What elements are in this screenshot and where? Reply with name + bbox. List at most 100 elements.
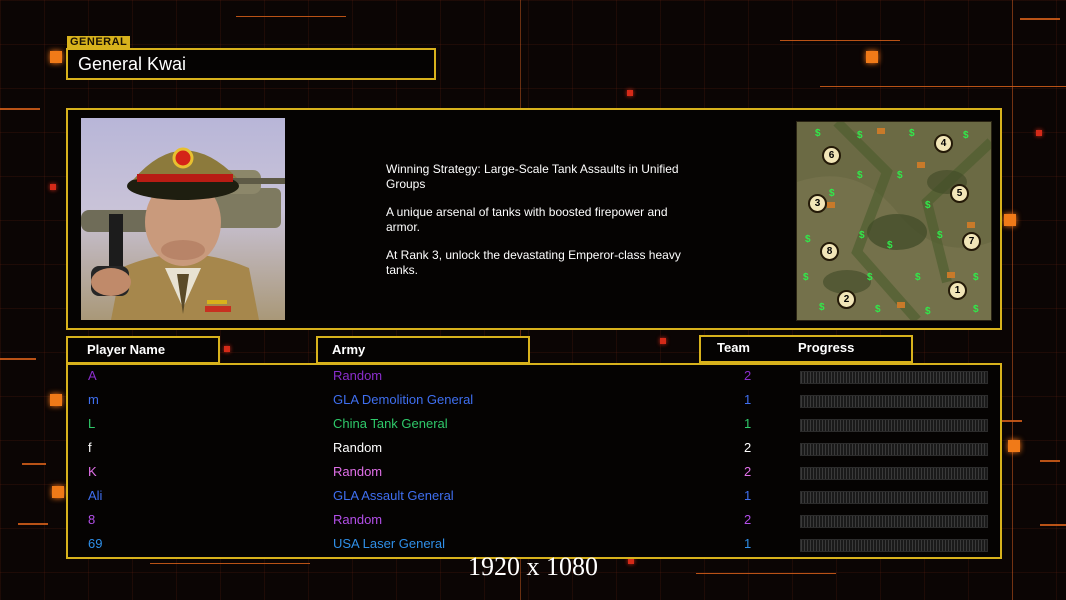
- player-name: K: [88, 464, 97, 479]
- decor-square: [1004, 214, 1016, 226]
- player-progress-bar: [800, 515, 988, 528]
- player-team: 1: [744, 488, 752, 503]
- supply-icon: $: [897, 170, 903, 181]
- supply-icon: $: [937, 230, 943, 241]
- start-position-marker[interactable]: 7: [962, 232, 981, 251]
- decor-square: [50, 184, 56, 190]
- player-name: f: [88, 440, 92, 455]
- player-army: GLA Assault General: [333, 488, 454, 503]
- player-name: 8: [88, 512, 96, 527]
- column-header-army-label: Army: [332, 342, 366, 357]
- description-rank: At Rank 3, unlock the devastating Empero…: [386, 248, 681, 277]
- decor-square: [1036, 130, 1042, 136]
- supply-icon: $: [925, 306, 931, 317]
- player-army: Random: [333, 512, 383, 527]
- decor-line: [820, 86, 1066, 87]
- general-title: General Kwai: [78, 54, 187, 74]
- start-position-marker[interactable]: 3: [808, 194, 827, 213]
- player-name: A: [88, 368, 97, 383]
- player-list: A Random 2 m GLA Demolition General 1 L …: [66, 363, 1002, 559]
- decor-square: [1008, 440, 1020, 452]
- player-name: m: [88, 392, 99, 407]
- decor-line: [18, 523, 48, 525]
- decor-line: [780, 40, 900, 41]
- decor-line: [1040, 524, 1066, 526]
- decor-line: [0, 108, 40, 110]
- player-progress-bar: [800, 371, 988, 384]
- player-army: China Tank General: [333, 416, 448, 431]
- supply-icon: $: [819, 302, 825, 313]
- decor-square: [224, 346, 230, 352]
- decor-line: [236, 16, 346, 17]
- supply-icon: $: [973, 272, 979, 283]
- supply-icon: $: [963, 130, 969, 141]
- player-name: 69: [88, 536, 103, 551]
- supply-icon: $: [887, 240, 893, 251]
- decor-square: [50, 394, 62, 406]
- start-position-marker[interactable]: 4: [934, 134, 953, 153]
- player-progress-bar: [800, 395, 988, 408]
- player-name: L: [88, 416, 96, 431]
- player-army: USA Laser General: [333, 536, 446, 551]
- player-progress-bar: [800, 539, 988, 552]
- player-row[interactable]: f Random 2: [68, 437, 1000, 461]
- decor-line: [22, 463, 46, 465]
- player-row[interactable]: Ali GLA Assault General 1: [68, 485, 1000, 509]
- supply-icon: $: [915, 272, 921, 283]
- column-header-army[interactable]: Army: [316, 336, 530, 364]
- player-progress-bar: [800, 419, 988, 432]
- decor-square: [866, 51, 878, 63]
- supply-icon: $: [815, 128, 821, 139]
- player-progress-bar: [800, 443, 988, 456]
- supply-icon: $: [909, 128, 915, 139]
- map-preview[interactable]: 6 4 3 5 8 7 2 1 $ $ $ $ $ $ $ $ $ $ $ $ …: [796, 121, 992, 321]
- supply-icon: $: [857, 130, 863, 141]
- column-header-player-name[interactable]: Player Name: [66, 336, 220, 364]
- decor-square: [50, 51, 62, 63]
- supply-icon: $: [925, 200, 931, 211]
- description-arsenal: A unique arsenal of tanks with boosted f…: [386, 205, 668, 234]
- start-position-marker[interactable]: 6: [822, 146, 841, 165]
- decor-square: [660, 338, 666, 344]
- player-army: Random: [333, 440, 383, 455]
- start-position-marker[interactable]: 2: [837, 290, 856, 309]
- player-row[interactable]: 8 Random 2: [68, 509, 1000, 533]
- resolution-label: 1920 x 1080: [468, 552, 598, 581]
- column-header-team-progress[interactable]: Team Progress: [699, 335, 913, 363]
- supply-icon: $: [875, 304, 881, 315]
- player-team: 2: [744, 368, 752, 383]
- general-title-box: General Kwai: [66, 48, 436, 80]
- decor-line: [0, 358, 36, 360]
- decor-line: [1040, 460, 1060, 462]
- player-army: GLA Demolition General: [333, 392, 474, 407]
- supply-icon: $: [857, 170, 863, 181]
- start-position-marker[interactable]: 8: [820, 242, 839, 261]
- supply-icon: $: [973, 304, 979, 315]
- player-row[interactable]: L China Tank General 1: [68, 413, 1000, 437]
- supply-icon: $: [829, 188, 835, 199]
- column-header-player-name-label: Player Name: [87, 342, 166, 357]
- player-progress-bar: [800, 491, 988, 504]
- decor-line: [1020, 18, 1060, 20]
- player-team: 2: [744, 440, 752, 455]
- player-row[interactable]: A Random 2: [68, 365, 1000, 389]
- player-row[interactable]: m GLA Demolition General 1: [68, 389, 1000, 413]
- player-row[interactable]: K Random 2: [68, 461, 1000, 485]
- supply-icon: $: [859, 230, 865, 241]
- general-portrait: [81, 118, 285, 320]
- start-position-marker[interactable]: 1: [948, 281, 967, 300]
- supply-icon: $: [805, 234, 811, 245]
- player-team: 2: [744, 464, 752, 479]
- general-info-panel: Winning Strategy: Large-Scale Tank Assau…: [66, 108, 1002, 330]
- description-strategy: Winning Strategy: Large-Scale Tank Assau…: [386, 162, 679, 191]
- decor-square: [52, 486, 64, 498]
- player-progress-bar: [800, 467, 988, 480]
- supply-icon: $: [867, 272, 873, 283]
- player-army: Random: [333, 464, 383, 479]
- start-position-marker[interactable]: 5: [950, 184, 969, 203]
- general-description: Winning Strategy: Large-Scale Tank Assau…: [386, 162, 716, 291]
- player-team: 1: [744, 392, 752, 407]
- player-team: 1: [744, 536, 752, 551]
- supply-icon: $: [803, 272, 809, 283]
- player-team: 1: [744, 416, 752, 431]
